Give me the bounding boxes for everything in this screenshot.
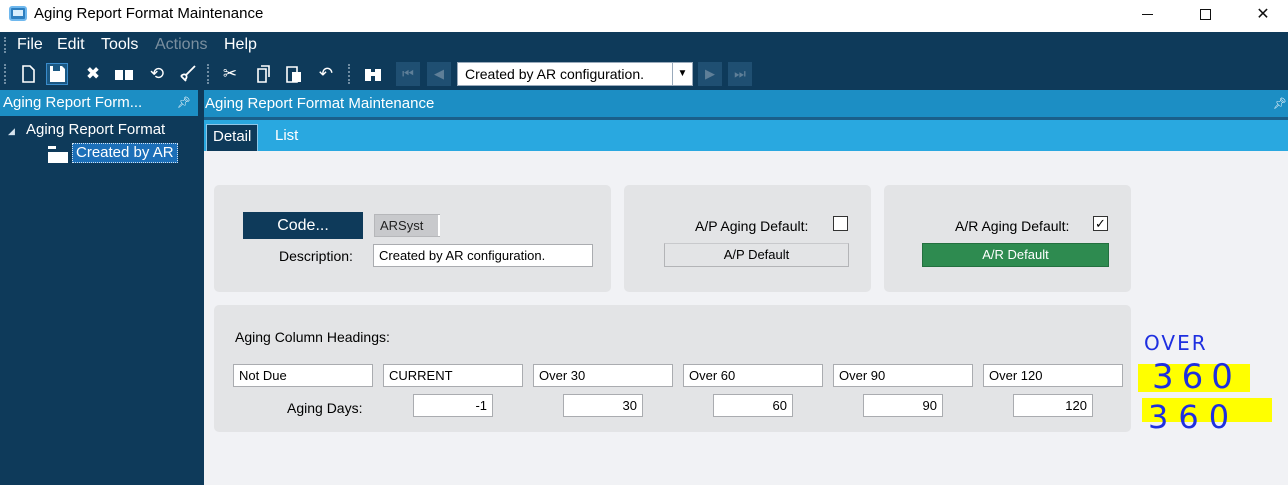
save-icon[interactable]	[46, 63, 68, 85]
tab-strip: Detail List	[204, 117, 1288, 152]
undo-icon[interactable]: ↶	[315, 63, 337, 85]
aging-days-field-1[interactable]: -1	[413, 394, 493, 417]
ar-default-button[interactable]: A/R Default	[922, 243, 1109, 267]
minimize-button[interactable]	[1124, 0, 1170, 28]
paste-icon[interactable]	[283, 63, 305, 85]
folder-icon	[48, 146, 68, 163]
tree-panel-title: Aging Report Form...	[3, 94, 143, 111]
maximize-icon	[1199, 8, 1211, 20]
ap-default-checkbox[interactable]	[833, 216, 848, 231]
ar-default-group: A/R Aging Default: ✓ A/R Default	[884, 185, 1131, 292]
menu-grip-icon[interactable]	[4, 37, 6, 53]
menu-tools[interactable]: Tools	[101, 36, 138, 54]
delete-icon[interactable]: ✖	[82, 63, 104, 85]
aging-days-field-5[interactable]: 120	[1013, 394, 1093, 417]
aging-days-label: Aging Days:	[287, 400, 363, 416]
close-icon: ✕	[1256, 6, 1270, 23]
annotation-line-1: OVER	[1144, 331, 1208, 355]
heading-field-over-90[interactable]: Over 90	[833, 364, 973, 387]
ap-default-button[interactable]: A/P Default	[664, 243, 849, 267]
tree-panel-header: Aging Report Form... 📌︎	[0, 90, 198, 116]
toolbar-separator	[207, 64, 209, 84]
aging-days-field-2[interactable]: 30	[563, 394, 643, 417]
ap-default-label: A/P Aging Default:	[695, 218, 809, 234]
aging-headings-label: Aging Column Headings:	[235, 329, 390, 345]
handwritten-annotation: OVER 360 360	[1138, 331, 1272, 436]
copy-icon[interactable]	[251, 63, 273, 85]
next-record-icon[interactable]: ▶	[698, 62, 722, 86]
menu-help[interactable]: Help	[224, 36, 257, 54]
clear-brush-icon[interactable]	[177, 63, 199, 85]
chevron-down-icon[interactable]: ▼	[672, 63, 692, 85]
new-icon[interactable]	[17, 63, 39, 85]
main-panel-header: Aging Report Format Maintenance 📌︎	[204, 90, 1288, 117]
checkmark-icon: ✓	[1095, 216, 1106, 231]
heading-field-over-120[interactable]: Over 120	[983, 364, 1123, 387]
app-icon	[9, 6, 27, 21]
tree-root-node[interactable]: Aging Report Format	[26, 121, 165, 138]
main-panel-title: Aging Report Format Maintenance	[205, 95, 435, 112]
record-selector-value: Created by AR configuration.	[465, 66, 644, 82]
menu-actions[interactable]: Actions	[155, 36, 207, 54]
aging-columns-group: Aging Column Headings: Not Due CURRENT O…	[214, 305, 1131, 432]
toolbar: ✖ ⟲ ✂ ↶ ⏮ ◀ Created by AR configuration.…	[0, 58, 1288, 90]
tree-expand-icon[interactable]: ◢	[8, 126, 15, 137]
annotation-line-3: 360	[1148, 398, 1239, 436]
pin-icon[interactable]: 📌︎	[1273, 97, 1287, 110]
last-record-icon[interactable]: ⏭	[728, 62, 752, 86]
cut-icon[interactable]: ✂	[219, 63, 241, 85]
ar-default-label: A/R Aging Default:	[955, 218, 1070, 234]
code-button[interactable]: Code...	[243, 212, 363, 239]
menu-bar: File Edit Tools Actions Help	[0, 32, 1288, 58]
tab-list[interactable]: List	[269, 124, 304, 152]
heading-field-over-60[interactable]: Over 60	[683, 364, 823, 387]
heading-field-current[interactable]: CURRENT	[383, 364, 523, 387]
previous-record-icon[interactable]: ◀	[427, 62, 451, 86]
heading-field-not-due[interactable]: Not Due	[233, 364, 373, 387]
menu-edit[interactable]: Edit	[57, 36, 85, 54]
pin-icon[interactable]: 📌︎	[177, 96, 191, 109]
refresh-icon[interactable]: ⟲	[146, 63, 168, 85]
tree-child-node[interactable]: Created by AR	[72, 143, 178, 163]
description-label: Description:	[279, 248, 353, 264]
title-bar: Aging Report Format Maintenance ✕	[0, 0, 1288, 32]
detail-content: Code... ARSyst Description: Created by A…	[204, 151, 1288, 485]
menu-file[interactable]: File	[17, 36, 43, 54]
tree-panel: Aging Report Form... 📌︎ ◢ Aging Report F…	[0, 90, 198, 485]
tab-detail[interactable]: Detail	[206, 124, 259, 152]
aging-days-field-4[interactable]: 90	[863, 394, 943, 417]
binoculars-icon[interactable]	[362, 63, 384, 85]
code-group: Code... ARSyst Description: Created by A…	[214, 185, 611, 292]
toolbar-separator	[4, 64, 6, 84]
code-value: ARSyst	[374, 214, 440, 237]
description-field[interactable]: Created by AR configuration.	[373, 244, 593, 267]
first-record-icon[interactable]: ⏮	[396, 62, 420, 86]
ar-default-checkbox[interactable]: ✓	[1093, 216, 1108, 231]
annotation-line-2: 360	[1152, 357, 1241, 397]
window-title: Aging Report Format Maintenance	[34, 5, 264, 22]
ap-default-group: A/P Aging Default: A/P Default	[624, 185, 871, 292]
maximize-button[interactable]	[1182, 0, 1228, 28]
record-selector[interactable]: Created by AR configuration. ▼	[457, 62, 693, 86]
open-book-icon[interactable]	[113, 63, 135, 85]
close-button[interactable]: ✕	[1240, 0, 1286, 28]
aging-days-field-3[interactable]: 60	[713, 394, 793, 417]
heading-field-over-30[interactable]: Over 30	[533, 364, 673, 387]
minimize-icon	[1141, 13, 1153, 15]
toolbar-separator	[348, 64, 350, 84]
